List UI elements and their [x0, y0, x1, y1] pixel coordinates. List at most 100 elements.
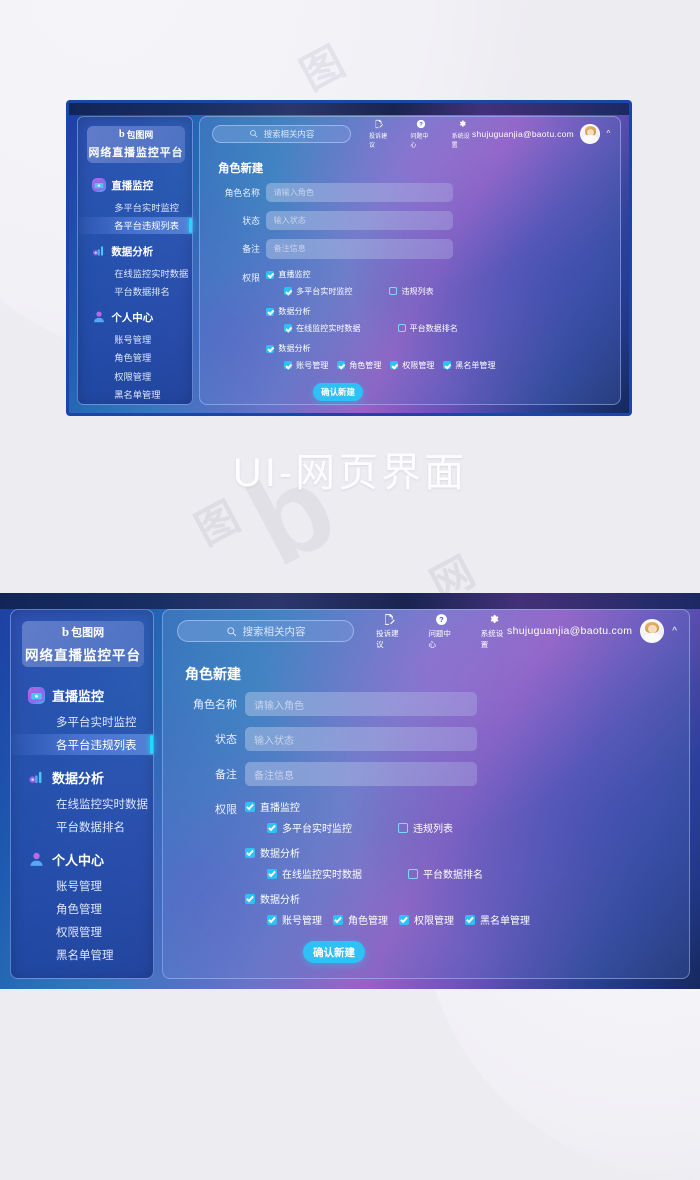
topbar-action-label: 系统设置 [451, 133, 470, 149]
submit-button[interactable]: 确认新建 [303, 941, 365, 963]
permission-child-3-3[interactable]: 权限管理 [399, 912, 454, 927]
sidebar-item-1-2[interactable]: 各平台违规列表 [11, 734, 153, 755]
field-input-2[interactable]: 输入状态 [266, 211, 454, 231]
permission-parent-1[interactable]: 直播监控 [245, 799, 300, 814]
permission-parent-3[interactable]: 数据分析 [245, 891, 300, 906]
sidebar-item-label: 黑名单管理 [114, 390, 161, 401]
search-input[interactable]: 搜索相关内容 [177, 620, 355, 642]
submit-button[interactable]: 确认新建 [313, 383, 363, 402]
checkbox-box[interactable] [267, 822, 277, 833]
permission-child-2-2[interactable]: 平台数据排名 [408, 866, 483, 881]
sidebar-group-2[interactable]: 数据分析 [28, 767, 104, 787]
sidebar-group-2[interactable]: 数据分析 [92, 243, 153, 259]
checkbox-box[interactable] [245, 847, 255, 858]
checkbox-box[interactable] [266, 344, 275, 353]
checkbox-box[interactable] [333, 914, 343, 925]
topbar-action-question[interactable]: ? 问题中心 [410, 119, 430, 149]
checkbox-box[interactable] [267, 868, 277, 879]
avatar[interactable] [580, 123, 601, 144]
checkbox-box[interactable] [267, 914, 277, 925]
checkbox-box[interactable] [390, 361, 399, 370]
permission-child-3-1[interactable]: 账号管理 [284, 360, 328, 371]
sidebar-item-1-2[interactable]: 各平台违规列表 [78, 216, 192, 234]
checkbox-box[interactable] [398, 822, 408, 833]
checkbox-box[interactable] [266, 270, 275, 279]
question-icon: ? [416, 119, 426, 129]
search-input[interactable]: 搜索相关内容 [211, 124, 352, 143]
app-logo[interactable]: b 包图网 网络直播监控平台 [22, 621, 144, 667]
sidebar-item-3-2[interactable]: 角色管理 [78, 349, 192, 366]
permission-child-2-1[interactable]: 在线监控实时数据 [267, 866, 362, 881]
form-row-2: 状态 输入状态 [185, 727, 477, 751]
permission-child-3-4[interactable]: 黑名单管理 [443, 360, 496, 371]
checkbox-label: 数据分析 [278, 344, 311, 354]
topbar-action-feedback[interactable]: 投诉建议 [376, 613, 402, 650]
sidebar-item-3-4[interactable]: 黑名单管理 [11, 944, 153, 965]
topbar-action-feedback[interactable]: 投诉建议 [369, 119, 389, 149]
checkbox-box[interactable] [266, 307, 275, 316]
field-input-1[interactable]: 请输入角色 [245, 692, 477, 716]
sidebar-item-2-1[interactable]: 在线监控实时数据 [78, 264, 192, 281]
sidebar-item-1-1[interactable]: 多平台实时监控 [11, 711, 153, 732]
permission-child-1-2[interactable]: 违规列表 [398, 820, 453, 835]
sidebar-item-2-1[interactable]: 在线监控实时数据 [11, 793, 153, 814]
sidebar-group-3[interactable]: 个人中心 [28, 849, 104, 869]
sidebar-group-3[interactable]: 个人中心 [92, 309, 153, 325]
field-placeholder-1: 请输入角色 [254, 700, 304, 712]
chevron-up-icon[interactable]: ^ [607, 129, 611, 138]
permission-child-2-2[interactable]: 平台数据排名 [397, 323, 458, 334]
permission-child-1-1[interactable]: 多平台实时监控 [284, 286, 352, 297]
permission-child-3-1[interactable]: 账号管理 [267, 912, 322, 927]
permission-child-3-2[interactable]: 角色管理 [337, 360, 381, 371]
permission-child-1-1[interactable]: 多平台实时监控 [267, 820, 352, 835]
sidebar-item-3-1[interactable]: 账号管理 [11, 875, 153, 896]
checkbox-label: 平台数据排名 [423, 870, 483, 881]
checkbox-box[interactable] [284, 287, 293, 296]
checkbox-box[interactable] [443, 361, 452, 370]
checkbox-box[interactable] [245, 893, 255, 904]
sidebar-item-3-2[interactable]: 角色管理 [11, 898, 153, 919]
permission-parent-2[interactable]: 数据分析 [245, 845, 300, 860]
checkbox-box[interactable] [408, 868, 418, 879]
sidebar-item-2-2[interactable]: 平台数据排名 [11, 816, 153, 837]
checkbox-box[interactable] [399, 914, 409, 925]
sidebar-item-3-3[interactable]: 权限管理 [11, 921, 153, 942]
sidebar-group-label: 数据分析 [111, 246, 154, 258]
topbar-action-label: 系统设置 [480, 628, 504, 649]
permission-child-3-4[interactable]: 黑名单管理 [465, 912, 530, 927]
permission-parent-2[interactable]: 数据分析 [266, 306, 311, 317]
checkbox-box[interactable] [389, 287, 398, 296]
app-logo[interactable]: b 包图网 网络直播监控平台 [86, 125, 186, 163]
sidebar-item-2-2[interactable]: 平台数据排名 [78, 283, 192, 300]
checkbox-box[interactable] [245, 801, 255, 812]
permission-child-1-2[interactable]: 违规列表 [389, 286, 434, 297]
permission-child-2-1[interactable]: 在线监控实时数据 [284, 323, 361, 334]
checkbox-box[interactable] [397, 324, 406, 333]
checkbox-box[interactable] [337, 361, 346, 370]
checkbox-box[interactable] [284, 324, 293, 333]
chevron-up-icon[interactable]: ^ [672, 626, 677, 637]
field-input-1[interactable]: 请输入角色 [266, 182, 454, 203]
checkbox-box[interactable] [284, 361, 293, 370]
sidebar-group-1[interactable]: 直播监控 [28, 685, 104, 705]
sidebar-item-3-3[interactable]: 权限管理 [78, 367, 192, 384]
sidebar-item-3-1[interactable]: 账号管理 [78, 330, 192, 347]
field-input-2[interactable]: 输入状态 [245, 727, 477, 751]
field-input-3[interactable]: 备注信息 [266, 239, 454, 259]
field-input-3[interactable]: 备注信息 [245, 762, 477, 786]
topbar-action-gear[interactable]: 系统设置 [452, 119, 472, 149]
sidebar-group-label: 直播监控 [52, 688, 105, 704]
sidebar-item-1-1[interactable]: 多平台实时监控 [78, 198, 192, 215]
avatar[interactable] [640, 619, 665, 643]
topbar-action-gear[interactable]: 系统设置 [481, 613, 507, 650]
sidebar-item-3-4[interactable]: 黑名单管理 [78, 386, 192, 403]
checkbox-box[interactable] [465, 914, 475, 925]
permission-parent-3[interactable]: 数据分析 [266, 343, 311, 354]
permission-child-3-2[interactable]: 角色管理 [333, 912, 388, 927]
checkbox-label: 在线监控实时数据 [282, 870, 362, 881]
permission-child-3-3[interactable]: 权限管理 [390, 360, 434, 371]
permissions-label: 权限 [215, 804, 237, 816]
permission-parent-1[interactable]: 直播监控 [266, 269, 311, 280]
topbar-action-question[interactable]: ? 问题中心 [428, 613, 454, 650]
sidebar-group-1[interactable]: 直播监控 [91, 177, 153, 193]
